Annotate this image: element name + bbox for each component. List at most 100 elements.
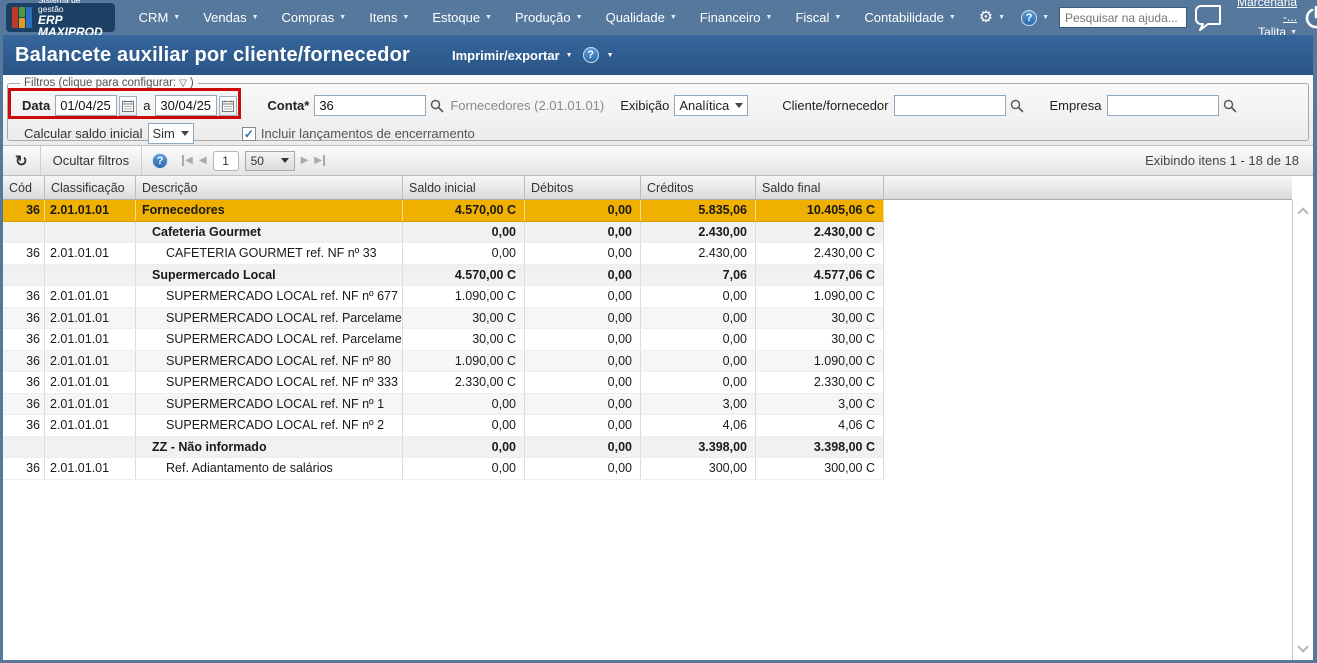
menu-itens[interactable]: Itens ▼ [359, 6, 420, 29]
settings-menu[interactable]: ⚙ ▼ [973, 6, 1011, 30]
table-row[interactable]: 36 2.01.01.01 SUPERMERCADO LOCAL ref. Parc… [3, 329, 884, 351]
menu-label: Compras [281, 10, 335, 25]
previous-page-button[interactable]: ◀ [199, 155, 207, 166]
column-header-saldo_final[interactable]: Saldo final [756, 176, 884, 199]
menu-label: Financeiro [699, 10, 761, 25]
cell-desc: Fornecedores [136, 200, 403, 221]
cell-saldo_final: 1.090,00 C [756, 286, 884, 307]
cell-creditos: 7,06 [641, 264, 756, 285]
table-row[interactable]: 36 2.01.01.01 SUPERMERCADO LOCAL ref. NF n… [3, 415, 884, 437]
menu-estoque[interactable]: Estoque ▼ [422, 6, 503, 29]
table-row[interactable]: Supermercado Local 4.570,00 C 0,00 7,06 4.57… [3, 264, 884, 286]
column-header-desc[interactable]: Descrição [136, 176, 403, 199]
print-export-button[interactable]: Imprimir/exportar ▼ [452, 48, 573, 63]
cell-debitos: 0,00 [525, 329, 641, 350]
cell-saldo_inicial: 0,00 [403, 243, 525, 264]
app-logo[interactable]: Sistema de gestão ERP MAXIPROD [6, 0, 115, 39]
search-icon[interactable] [1010, 99, 1024, 113]
search-icon[interactable] [1223, 99, 1237, 113]
menu-fiscal[interactable]: Fiscal ▼ [785, 6, 852, 29]
page-size-select[interactable]: 50 [244, 150, 295, 171]
cell-desc: Ref. Adiantamento de salários [136, 458, 403, 479]
account-filter-input[interactable] [314, 95, 427, 116]
account-link[interactable]: Marcenaria -... [1237, 0, 1297, 24]
calendar-icon[interactable] [219, 95, 238, 116]
table-row[interactable]: 36 2.01.01.01 Fornecedores 4.570,00 C 0,00 5.… [3, 200, 884, 222]
column-header-creditos[interactable]: Créditos [641, 176, 756, 199]
calendar-icon[interactable] [119, 95, 138, 116]
gear-icon: ⚙ [978, 8, 994, 26]
table-row[interactable]: 36 2.01.01.01 SUPERMERCADO LOCAL ref. NF n… [3, 393, 884, 415]
menu-contabilidade[interactable]: Contabilidade ▼ [854, 6, 966, 29]
refresh-button[interactable]: ↻ [3, 146, 41, 175]
cell-debitos: 0,00 [525, 436, 641, 457]
initial-balance-select[interactable]: Sim [147, 123, 194, 144]
help-menu[interactable]: ? ▼ [1015, 6, 1055, 30]
help-icon[interactable]: ? [152, 152, 169, 169]
cell-cls: 2.01.01.01 [45, 200, 136, 221]
filters-legend[interactable]: Filtros (clique para configurar: ▽ ) [20, 77, 198, 89]
date-range-separator: a [143, 98, 151, 113]
menu-crm[interactable]: CRM ▼ [129, 6, 192, 29]
chevron-down-icon: ▼ [575, 14, 583, 21]
table-row[interactable]: 36 2.01.01.01 Ref. Adiantamento de salário… [3, 458, 884, 480]
menu-financeiro[interactable]: Financeiro ▼ [690, 6, 784, 29]
cell-cls: 2.01.01.01 [45, 393, 136, 414]
cell-debitos: 0,00 [525, 458, 641, 479]
cell-cod: 36 [3, 307, 45, 328]
cell-creditos: 0,00 [641, 329, 756, 350]
table-row[interactable]: 36 2.01.01.01 SUPERMERCADO LOCAL ref. NF n… [3, 350, 884, 372]
last-page-button[interactable]: ▶ [314, 155, 325, 166]
chevron-down-icon: ▼ [669, 14, 677, 21]
report-grid: Cód Classificação Descrição Saldo inicial Dé… [3, 176, 1313, 660]
chat-icon[interactable] [1193, 4, 1223, 31]
closing-entries-option[interactable]: ✓ Incluir lançamentos de encerramento [241, 126, 475, 141]
cell-cls: 2.01.01.01 [45, 243, 136, 264]
hide-filters-button[interactable]: Ocultar filtros [41, 146, 143, 175]
cell-saldo_final: 30,00 C [756, 307, 884, 328]
menu-producao[interactable]: Produção ▼ [505, 6, 594, 29]
power-icon[interactable] [1305, 5, 1317, 30]
next-page-button[interactable]: ▶ [301, 155, 309, 166]
cell-creditos: 0,00 [641, 286, 756, 307]
table-row[interactable]: 36 2.01.01.01 SUPERMERCADO LOCAL ref. NF n… [3, 286, 884, 308]
table-row[interactable]: 36 2.01.01.01 CAFETERIA GOURMET ref. NF nº… [3, 243, 884, 265]
chevron-down-icon[interactable]: ▼ [607, 52, 614, 59]
cell-cod: 36 [3, 372, 45, 393]
cell-desc: SUPERMERCADO LOCAL ref. NF nº 2 [136, 415, 403, 436]
date-to-input[interactable] [155, 95, 218, 116]
filter-funnel-icon: ▽ [179, 77, 187, 89]
first-page-button[interactable]: ◀ [182, 155, 193, 166]
table-row[interactable]: Cafeteria Gourmet 0,00 0,00 2.430,00 2.430,0… [3, 221, 884, 243]
cell-cod [3, 221, 45, 242]
menu-qualidade[interactable]: Qualidade ▼ [596, 6, 688, 29]
logo-bar-yellow [19, 18, 25, 28]
checkbox-checked-icon[interactable]: ✓ [241, 126, 256, 141]
table-row[interactable]: 36 2.01.01.01 SUPERMERCADO LOCAL ref. Parc… [3, 307, 884, 329]
menu-label: Itens [369, 10, 398, 25]
company-input[interactable] [1106, 95, 1219, 116]
table-row[interactable]: ZZ - Não informado 0,00 0,00 3.398,00 3.398,… [3, 436, 884, 458]
help-icon[interactable]: ? [582, 47, 599, 63]
column-header-cls[interactable]: Classificação [45, 176, 136, 199]
vertical-scrollbar[interactable] [1292, 200, 1313, 660]
menu-compras[interactable]: Compras ▼ [272, 6, 358, 29]
column-header-cod[interactable]: Cód [3, 176, 45, 199]
cell-cls [45, 436, 136, 457]
date-from-input[interactable] [55, 95, 118, 116]
table-row[interactable]: 36 2.01.01.01 SUPERMERCADO LOCAL ref. NF n… [3, 372, 884, 394]
help-search-input[interactable] [1059, 7, 1187, 28]
cell-desc: SUPERMERCADO LOCAL ref. Parcelame... [136, 307, 403, 328]
cell-desc: Supermercado Local [136, 264, 403, 285]
scroll-down-icon[interactable] [1297, 641, 1309, 653]
menu-vendas[interactable]: Vendas ▼ [193, 6, 269, 29]
display-mode-select[interactable]: Analítica [674, 95, 749, 116]
logo-bar-red [12, 7, 18, 28]
column-header-debitos[interactable]: Débitos [525, 176, 641, 199]
search-icon[interactable] [430, 99, 444, 113]
scroll-up-icon[interactable] [1297, 207, 1309, 219]
customer-supplier-input[interactable] [893, 95, 1006, 116]
column-header-saldo_inicial[interactable]: Saldo inicial [403, 176, 525, 199]
cell-desc: SUPERMERCADO LOCAL ref. Parcelame... [136, 329, 403, 350]
page-number-input[interactable]: 1 [212, 150, 239, 171]
